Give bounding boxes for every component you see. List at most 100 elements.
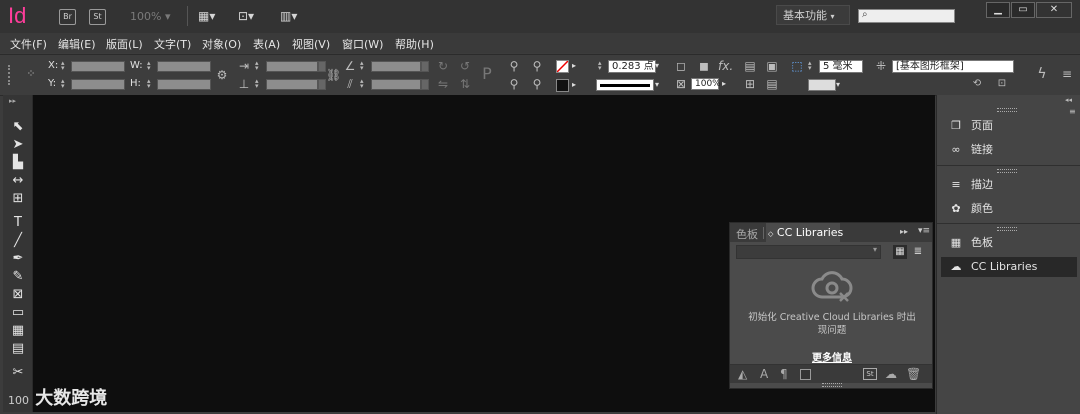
corner-shape-select[interactable] xyxy=(808,79,836,91)
rotate-cw-icon[interactable]: ↻ xyxy=(436,59,450,73)
drop-shadow-icon[interactable]: ◻ xyxy=(674,59,688,73)
corner-options-icon[interactable]: ⬚ xyxy=(790,59,804,73)
shear-field[interactable] xyxy=(371,79,421,90)
expand-panel-icon[interactable]: ▸▸ xyxy=(900,227,908,236)
panel-menu-icon[interactable]: ≡ xyxy=(1069,107,1076,116)
stroke-weight-field[interactable]: 0.283 点 xyxy=(608,60,656,73)
content-collector-icon[interactable]: ⊞ xyxy=(10,191,26,207)
restore-button[interactable]: ▭ xyxy=(1011,2,1035,18)
fit-content-icon[interactable]: ▤ xyxy=(765,77,779,91)
collapse-dock-icon[interactable]: ◂◂ xyxy=(1065,96,1072,104)
scale-x-stepper[interactable]: ▴ ▾ xyxy=(255,60,262,72)
rotate-stepper[interactable]: ▴ ▾ xyxy=(360,60,367,72)
shear-stepper[interactable]: ▴ ▾ xyxy=(360,78,367,90)
direct-selection-tool-icon[interactable]: ➤ xyxy=(10,137,26,153)
flip-vertical-icon[interactable]: ⇅ xyxy=(458,77,472,91)
chevron-right-icon[interactable]: ▸ xyxy=(722,79,726,88)
close-button[interactable]: ✕ xyxy=(1036,2,1072,18)
y-stepper[interactable]: ▴ ▾ xyxy=(61,78,68,90)
panel-grip[interactable] xyxy=(8,65,13,85)
color-swatch-icon[interactable] xyxy=(800,369,811,380)
menu-edit[interactable]: 编辑(E) xyxy=(58,36,96,52)
menu-table[interactable]: 表(A) xyxy=(253,36,280,52)
new-style-icon[interactable]: ⊡ xyxy=(995,77,1009,91)
paint-bucket-icon[interactable]: ◭ xyxy=(738,367,747,381)
text-wrap-icon[interactable]: ▤ xyxy=(743,59,757,73)
workspace-switcher[interactable]: 基本功能 ▾ xyxy=(776,5,850,25)
panel-grip[interactable] xyxy=(997,227,1017,231)
stroke-type-select[interactable] xyxy=(596,79,654,91)
select-previous-icon[interactable]: ⚲ xyxy=(507,77,521,91)
h-stepper[interactable]: ▴ ▾ xyxy=(147,78,154,90)
fx-icon[interactable]: fx. xyxy=(718,59,733,73)
effect-icon[interactable]: ◼ xyxy=(697,59,711,73)
link-icon[interactable]: ⛓ xyxy=(326,68,341,82)
dock-item-swatches[interactable]: ▦ 色板 xyxy=(941,233,1077,253)
close-icon[interactable]: ◇ xyxy=(768,230,773,238)
menu-window[interactable]: 窗口(W) xyxy=(342,36,383,52)
fill-swatch[interactable] xyxy=(556,60,569,73)
menu-object[interactable]: 对象(O) xyxy=(202,36,241,52)
page-tool-icon[interactable]: ▙ xyxy=(10,155,26,171)
corner-size-stepper[interactable]: ▴ ▾ xyxy=(808,60,815,72)
select-next-icon[interactable]: ⚲ xyxy=(530,77,544,91)
menu-view[interactable]: 视图(V) xyxy=(292,36,330,52)
horizontal-grid-tool-icon[interactable]: ▦ xyxy=(10,323,26,339)
flip-horizontal-icon[interactable]: ⇋ xyxy=(436,77,450,91)
menu-type[interactable]: 文字(T) xyxy=(154,36,191,52)
chevron-down-icon[interactable] xyxy=(421,79,429,90)
dock-item-cc-libraries[interactable]: ☁ CC Libraries xyxy=(941,257,1077,277)
stroke-weight-stepper[interactable]: ▴ ▾ xyxy=(598,60,605,72)
paragraph-style-icon[interactable]: ¶ xyxy=(780,367,788,381)
panel-resize-grip[interactable] xyxy=(822,383,842,387)
dock-item-color[interactable]: ✿ 颜色 xyxy=(941,199,1077,219)
type-tool-icon[interactable]: T xyxy=(10,215,26,231)
chevron-right-icon[interactable]: ▸ xyxy=(572,61,576,70)
opacity-field[interactable]: 100% xyxy=(691,78,721,90)
arrange-documents-icon[interactable]: ▥▾ xyxy=(280,9,297,23)
scale-y-stepper[interactable]: ▴ ▾ xyxy=(255,78,262,90)
menu-help[interactable]: 帮助(H) xyxy=(395,36,434,52)
x-stepper[interactable]: ▴ ▾ xyxy=(61,60,68,72)
character-style-icon[interactable]: A xyxy=(760,367,768,381)
stock-button[interactable]: St xyxy=(89,9,106,25)
stroke-swatch[interactable] xyxy=(556,79,569,92)
tab-cc-libraries[interactable]: ◇ CC Libraries xyxy=(768,226,843,239)
chevron-down-icon[interactable] xyxy=(318,79,326,90)
zoom-level[interactable]: 100% ▾ xyxy=(130,10,170,23)
cc-sync-icon[interactable]: ☁ xyxy=(885,367,897,381)
chevron-down-icon[interactable] xyxy=(318,61,326,72)
h-field[interactable] xyxy=(157,79,211,90)
more-info-link[interactable]: 更多信息 xyxy=(770,349,894,364)
scale-x-field[interactable] xyxy=(266,61,318,72)
chevron-down-icon[interactable]: ▾ xyxy=(655,61,659,70)
pencil-tool-icon[interactable]: ✎ xyxy=(10,269,26,285)
minimize-button[interactable]: ▁ xyxy=(986,2,1010,18)
w-stepper[interactable]: ▴ ▾ xyxy=(147,60,154,72)
y-field[interactable] xyxy=(71,79,125,90)
dock-item-stroke[interactable]: ≡ 描边 xyxy=(941,175,1077,195)
w-field[interactable] xyxy=(157,61,211,72)
scissors-tool-icon[interactable]: ✂ xyxy=(10,365,26,381)
menu-layout[interactable]: 版面(L) xyxy=(106,36,143,52)
trash-icon[interactable]: 🗑 xyxy=(906,367,921,381)
vertical-grid-tool-icon[interactable]: ▤ xyxy=(10,341,26,357)
x-field[interactable] xyxy=(71,61,125,72)
menu-file[interactable]: 文件(F) xyxy=(10,36,47,52)
reference-point-icon[interactable]: ⁘ xyxy=(24,67,38,81)
dock-item-links[interactable]: ∞ 链接 xyxy=(941,140,1077,160)
library-select[interactable]: ▾ xyxy=(736,245,881,259)
panel-menu-icon[interactable]: ▾≡ xyxy=(918,226,930,236)
rectangle-frame-tool-icon[interactable]: ⊠ xyxy=(10,287,26,303)
lightning-icon[interactable]: ϟ xyxy=(1035,67,1049,81)
screen-mode-icon[interactable]: ⊡▾ xyxy=(238,9,254,23)
view-options-icon[interactable]: ▦▾ xyxy=(198,9,215,23)
fit-frame-icon[interactable]: ⊞ xyxy=(743,77,757,91)
line-tool-icon[interactable]: ╱ xyxy=(10,233,26,249)
rotate-field[interactable] xyxy=(371,61,421,72)
chevron-down-icon[interactable] xyxy=(421,61,429,72)
panel-grip[interactable] xyxy=(997,169,1017,173)
tab-swatches[interactable]: 色板 xyxy=(736,226,758,242)
collapse-tools-icon[interactable]: ▸▸ xyxy=(9,97,16,105)
gap-tool-icon[interactable]: ↔ xyxy=(10,173,26,189)
